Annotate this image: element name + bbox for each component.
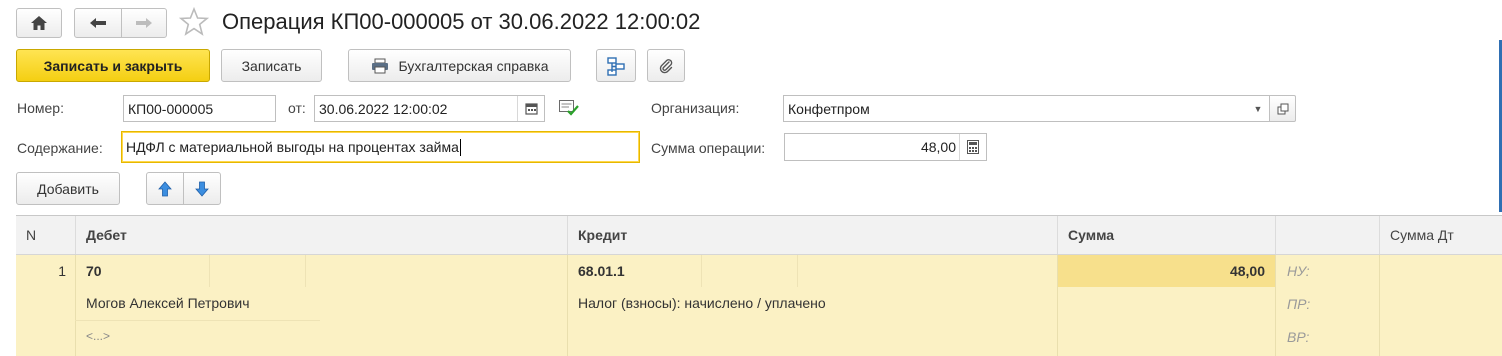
column-header-debit[interactable]: Дебет <box>75 216 567 254</box>
content-label: Содержание: <box>17 140 103 156</box>
posting-status-icon[interactable] <box>559 100 579 119</box>
number-field[interactable]: КП00-000005 <box>123 95 276 122</box>
calendar-icon <box>524 103 538 115</box>
debit-subconto-1[interactable]: Могов Алексей Петрович <box>86 295 250 311</box>
move-up-button[interactable] <box>146 172 184 205</box>
content-input[interactable]: НДФЛ с материальной выгоды на процентах … <box>121 131 640 163</box>
row-sum: 48,00 <box>1229 263 1265 279</box>
accounting-report-button[interactable]: Бухгалтерская справка <box>348 49 571 82</box>
entries-table: N Дебет Кредит Сумма Сумма Дт 1 70 Могов… <box>16 215 1502 356</box>
column-header-n[interactable]: N <box>16 216 75 254</box>
save-button[interactable]: Записать <box>221 49 322 82</box>
sum-cell[interactable]: 48,00 <box>1058 255 1275 287</box>
arrow-left-icon <box>90 18 106 28</box>
organization-dropdown-button[interactable]: ▼ <box>1247 96 1269 121</box>
debit-subconto-2[interactable]: <...> <box>86 329 110 343</box>
sum-field[interactable]: 48,00 <box>784 133 987 161</box>
arrow-up-icon <box>158 180 172 196</box>
number-value: КП00-000005 <box>128 100 214 117</box>
credit-account[interactable]: 68.01.1 <box>578 263 625 279</box>
column-header-sum[interactable]: Сумма <box>1057 216 1275 254</box>
calculator-icon <box>967 140 979 154</box>
save-and-close-button[interactable]: Записать и закрыть <box>16 49 210 82</box>
date-value: 30.06.2022 12:00:02 <box>319 100 448 117</box>
structure-button[interactable] <box>596 49 636 82</box>
date-label: от: <box>288 100 306 116</box>
organization-label: Организация: <box>651 100 740 116</box>
printer-icon <box>371 58 388 73</box>
arrow-right-icon <box>136 18 152 28</box>
add-row-button[interactable]: Добавить <box>16 172 120 205</box>
debit-account[interactable]: 70 <box>86 263 102 279</box>
temporary-difference-label: ВР: <box>1287 329 1310 345</box>
home-icon <box>31 16 47 30</box>
table-row[interactable]: 1 70 Могов Алексей Петрович <...> 68.01.… <box>16 255 1502 356</box>
column-header-credit[interactable]: Кредит <box>567 216 1057 254</box>
column-header-sum-dt[interactable]: Сумма Дт <box>1379 216 1502 254</box>
content-value: НДФЛ с материальной выгоды на процентах … <box>126 139 459 155</box>
calculator-button[interactable] <box>959 134 986 160</box>
sum-label: Сумма операции: <box>651 140 766 156</box>
permanent-difference-label: ПР: <box>1287 296 1311 312</box>
column-header-accounting-type[interactable] <box>1275 216 1379 254</box>
sum-value: 48,00 <box>920 139 956 155</box>
number-label: Номер: <box>17 100 64 116</box>
move-down-button[interactable] <box>183 172 221 205</box>
text-cursor <box>459 138 461 156</box>
credit-subconto-1[interactable]: Налог (взносы): начислено / уплачено <box>578 295 826 311</box>
paperclip-icon <box>659 58 673 73</box>
date-field[interactable]: 30.06.2022 12:00:02 <box>314 95 545 122</box>
chevron-down-icon: ▼ <box>1253 103 1263 114</box>
forward-button[interactable] <box>121 8 167 38</box>
window-title: Операция КП00-000005 от 30.06.2022 12:00… <box>222 9 701 34</box>
accounting-report-label: Бухгалтерская справка <box>398 57 549 74</box>
row-number: 1 <box>58 263 66 279</box>
back-button[interactable] <box>74 8 122 38</box>
attachments-button[interactable] <box>647 49 685 82</box>
structure-icon <box>607 56 625 76</box>
organization-field[interactable]: Конфетпром ▼ <box>783 95 1270 122</box>
tax-accounting-label: НУ: <box>1287 263 1310 279</box>
table-header: N Дебет Кредит Сумма Сумма Дт <box>16 216 1502 255</box>
home-button[interactable] <box>16 8 62 38</box>
open-organization-button[interactable] <box>1269 95 1296 122</box>
organization-value: Конфетпром <box>788 100 870 117</box>
favorite-star-icon[interactable] <box>178 6 210 41</box>
calendar-button[interactable] <box>517 96 544 121</box>
arrow-down-icon <box>195 181 209 197</box>
open-window-icon <box>1277 103 1288 114</box>
